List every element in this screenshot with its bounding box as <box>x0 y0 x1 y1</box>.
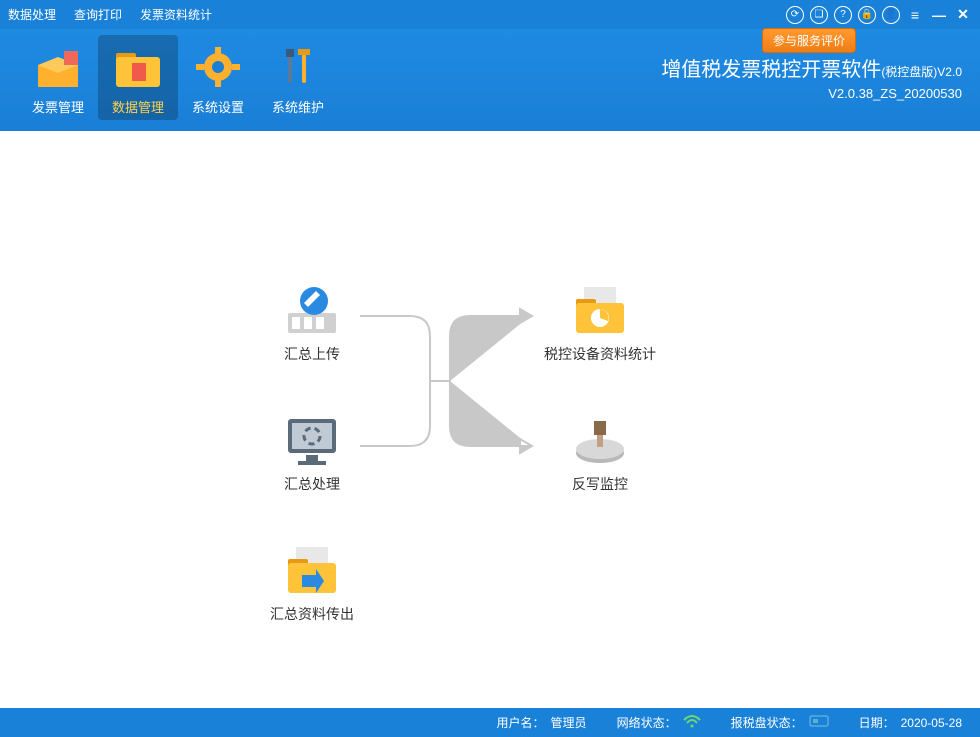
folder-chart-icon <box>540 281 660 339</box>
ribbon-label: 系统维护 <box>258 97 338 116</box>
item-label: 汇总上传 <box>252 345 372 363</box>
menu-invoice-stats[interactable]: 发票资料统计 <box>140 6 212 23</box>
titlebar-right: ⟳ ❏ ? 🔒 👤 ≡ — ✕ <box>786 6 972 24</box>
service-eval-button[interactable]: 参与服务评价 <box>762 28 856 53</box>
film-pen-icon <box>252 281 372 339</box>
item-label: 税控设备资料统计 <box>540 345 660 363</box>
status-user: 用户名：管理员 <box>497 714 587 731</box>
item-device-stats[interactable]: 税控设备资料统计 <box>540 281 660 363</box>
ribbon-system-maint[interactable]: 系统维护 <box>258 35 338 120</box>
item-summary-export[interactable]: 汇总资料传出 <box>252 541 372 623</box>
item-label: 汇总处理 <box>252 475 372 493</box>
ribbon-data-mgmt[interactable]: 数据管理 <box>98 35 178 120</box>
close-button[interactable]: ✕ <box>954 6 972 23</box>
ribbon-label: 发票管理 <box>18 97 98 116</box>
device-icon <box>809 714 829 731</box>
sync-icon[interactable]: ⟳ <box>786 6 804 24</box>
content-area: 汇总上传 汇总处理 汇总资料传出 税控设备资料统计 反写监控 <box>0 131 980 708</box>
item-summary-process[interactable]: 汇总处理 <box>252 411 372 493</box>
box-icon <box>18 41 98 93</box>
menu-query-print[interactable]: 查询打印 <box>74 6 122 23</box>
ribbon-label: 系统设置 <box>178 97 258 116</box>
statusbar: 用户名：管理员 网络状态： 报税盘状态： 日期：2020-05-28 <box>0 708 980 737</box>
user-icon[interactable]: 👤 <box>882 6 900 24</box>
folder-export-icon <box>252 541 372 599</box>
lock-icon[interactable]: 🔒 <box>858 6 876 24</box>
minimize-button[interactable]: — <box>930 7 948 23</box>
tools-icon <box>258 41 338 93</box>
ribbon-invoice-mgmt[interactable]: 发票管理 <box>18 35 98 120</box>
ribbon-system-settings[interactable]: 系统设置 <box>178 35 258 120</box>
wifi-icon <box>683 714 701 731</box>
disk-brush-icon <box>540 411 660 469</box>
app-version: V2.0.38_ZS_20200530 <box>661 86 962 101</box>
folder-data-icon <box>98 41 178 93</box>
item-writeback-monitor[interactable]: 反写监控 <box>540 411 660 493</box>
status-date: 日期：2020-05-28 <box>859 714 962 731</box>
help-icon[interactable]: ? <box>834 6 852 24</box>
monitor-icon <box>252 411 372 469</box>
item-summary-upload[interactable]: 汇总上传 <box>252 281 372 363</box>
gear-icon <box>178 41 258 93</box>
ribbon-toolbar: 参与服务评价 发票管理 数据管理 系统设置 系统维护 增值税发票税控开票软件(税… <box>0 29 980 131</box>
titlebar: 数据处理 查询打印 发票资料统计 ⟳ ❏ ? 🔒 👤 ≡ — ✕ <box>0 0 980 29</box>
item-label: 反写监控 <box>540 475 660 493</box>
info-icon[interactable]: ❏ <box>810 6 828 24</box>
ribbon-label: 数据管理 <box>98 97 178 116</box>
status-device: 报税盘状态： <box>731 714 829 731</box>
menu-data-process[interactable]: 数据处理 <box>8 6 56 23</box>
app-title: 增值税发票税控开票软件(税控盘版)V2.0 <box>661 53 962 82</box>
flow-connector <box>360 291 560 471</box>
status-network: 网络状态： <box>617 714 701 731</box>
item-label: 汇总资料传出 <box>252 605 372 623</box>
top-menu: 数据处理 查询打印 发票资料统计 <box>8 6 212 23</box>
menu-icon[interactable]: ≡ <box>906 7 924 23</box>
